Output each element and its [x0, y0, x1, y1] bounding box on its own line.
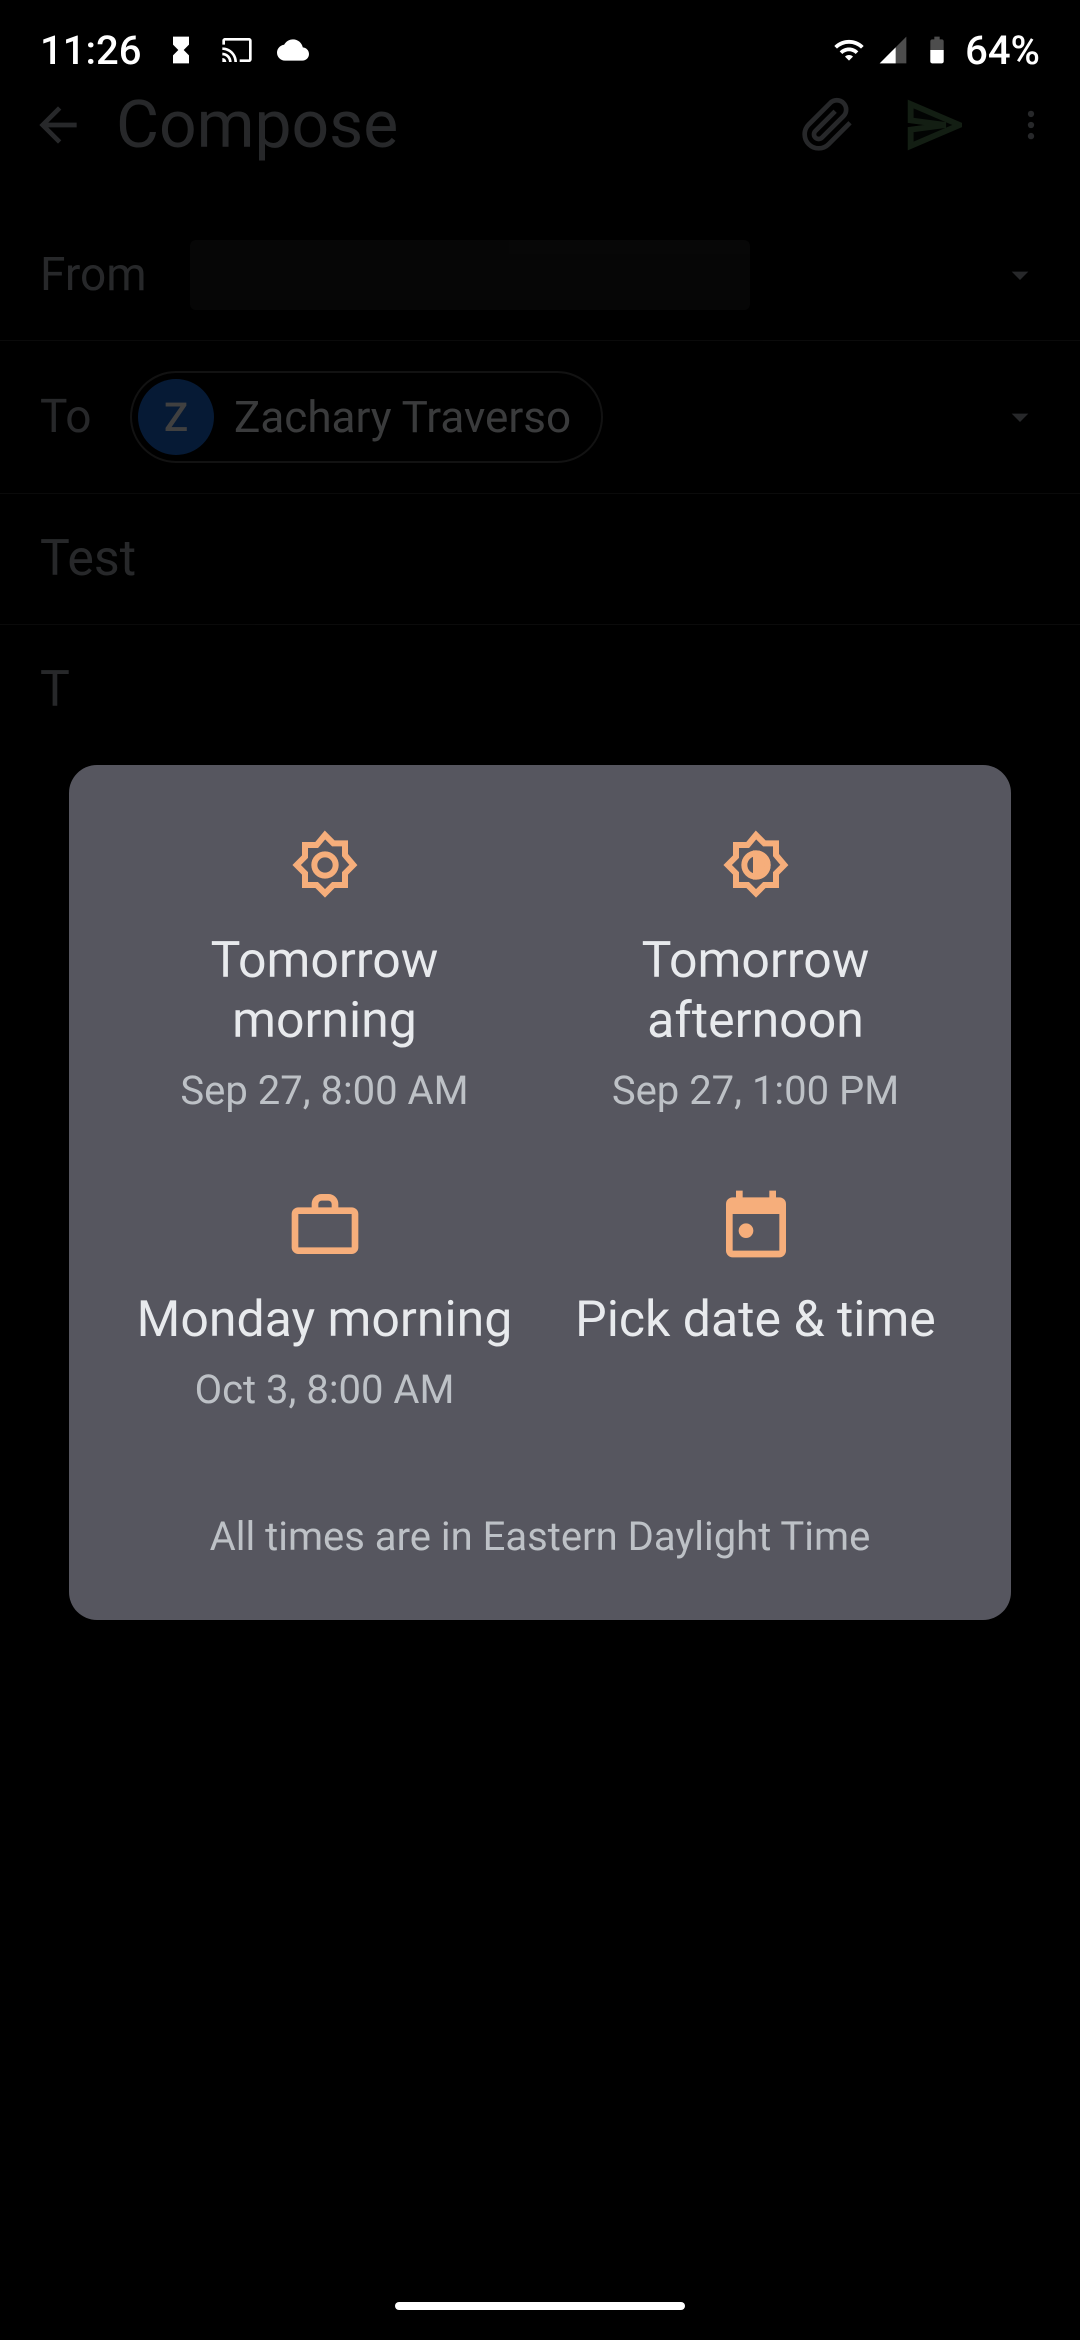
option-tomorrow-afternoon[interactable]: Tomorrow afternoon Sep 27, 1:00 PM	[550, 825, 961, 1114]
send-icon[interactable]	[906, 97, 962, 153]
option-subtitle: Sep 27, 8:00 AM	[180, 1067, 468, 1114]
avatar: Z	[138, 379, 214, 455]
home-indicator[interactable]	[395, 2302, 685, 2310]
app-bar: Compose	[0, 40, 1080, 210]
option-title: Pick date & time	[575, 1290, 936, 1350]
option-tomorrow-morning[interactable]: Tomorrow morning Sep 27, 8:00 AM	[119, 825, 530, 1114]
briefcase-icon	[285, 1184, 365, 1264]
option-subtitle: Oct 3, 8:00 AM	[195, 1366, 455, 1413]
attach-icon[interactable]	[800, 97, 856, 153]
back-icon[interactable]	[30, 97, 86, 153]
to-row[interactable]: To Z Zachary Traverso	[0, 341, 1080, 494]
from-row[interactable]: From	[0, 210, 1080, 341]
recipient-chip[interactable]: Z Zachary Traverso	[130, 371, 603, 463]
from-value-redacted	[190, 240, 750, 310]
option-pick-date-time[interactable]: Pick date & time	[550, 1184, 961, 1413]
calendar-icon	[716, 1184, 796, 1264]
schedule-send-dialog: Tomorrow morning Sep 27, 8:00 AM Tomorro…	[69, 765, 1011, 1620]
brightness-high-icon	[285, 825, 365, 905]
option-title: Tomorrow afternoon	[550, 931, 961, 1051]
recipient-name: Zachary Traverso	[234, 391, 571, 443]
from-label: From	[40, 248, 160, 302]
option-subtitle: Sep 27, 1:00 PM	[612, 1067, 899, 1114]
body-input[interactable]: T	[0, 625, 1080, 755]
to-label: To	[40, 390, 100, 444]
more-icon[interactable]	[1012, 97, 1050, 153]
subject-input[interactable]: Test	[0, 494, 1080, 625]
option-title: Monday morning	[137, 1290, 513, 1350]
brightness-medium-icon	[716, 825, 796, 905]
page-title: Compose	[116, 87, 770, 164]
chevron-down-icon[interactable]	[1000, 397, 1040, 437]
option-monday-morning[interactable]: Monday morning Oct 3, 8:00 AM	[119, 1184, 530, 1413]
timezone-note: All times are in Eastern Daylight Time	[99, 1513, 981, 1560]
option-title: Tomorrow morning	[119, 931, 530, 1051]
chevron-down-icon[interactable]	[1000, 255, 1040, 295]
